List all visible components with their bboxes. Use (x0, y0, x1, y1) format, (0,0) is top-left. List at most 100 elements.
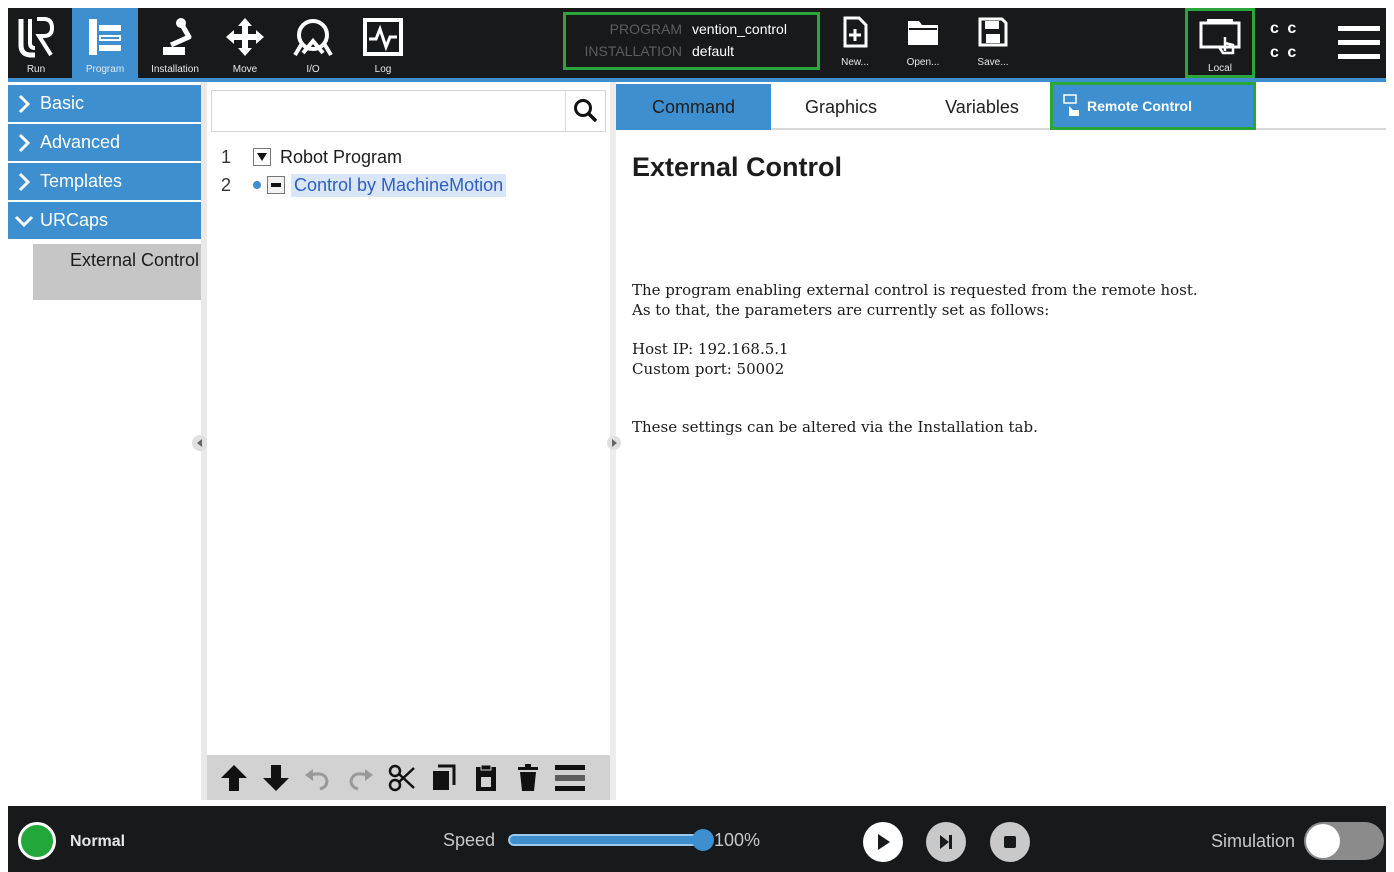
speed-label: Speed (443, 830, 496, 850)
search-icon (573, 99, 597, 123)
tree-row[interactable]: 2 Control by MachineMotion (207, 171, 507, 199)
move-down-button[interactable] (255, 758, 297, 798)
move-up-icon (221, 764, 247, 791)
stop-icon (1004, 836, 1016, 848)
local-control-label: Local (1208, 63, 1232, 74)
undo-button[interactable] (297, 758, 339, 798)
search-input[interactable] (211, 90, 606, 132)
tab-command[interactable]: Command (616, 84, 771, 130)
nav-run-label: Run (26, 64, 46, 75)
save-program-label: Save... (977, 57, 1009, 68)
local-control-button[interactable]: Local (1185, 8, 1255, 78)
delete-button[interactable] (507, 758, 549, 798)
nav-installation-button[interactable]: Installation (142, 8, 208, 78)
search-button[interactable] (565, 91, 605, 131)
new-program-button[interactable]: New... (832, 8, 878, 78)
new-file-icon (832, 12, 878, 52)
speed-slider[interactable] (508, 834, 704, 846)
play-icon (878, 834, 890, 850)
custom-port-text: Custom port: 50002 (632, 360, 785, 378)
ur-logo-icon (8, 12, 64, 62)
nav-log-label: Log (374, 64, 392, 75)
sidebar-item-label: URCaps (40, 210, 109, 230)
stop-button[interactable] (990, 822, 1030, 862)
nav-io-label: I/O (306, 64, 320, 75)
hamburger-menu-icon[interactable] (1338, 22, 1380, 62)
move-down-icon (263, 764, 289, 791)
polyscope-window: { "header": { "nav": [ {"label": "Run", … (0, 0, 1394, 872)
open-folder-icon (900, 12, 946, 52)
cut-button[interactable] (381, 758, 423, 798)
speed-slider-handle[interactable] (692, 829, 714, 851)
tree-node-robot-program[interactable]: Robot Program (280, 147, 402, 168)
local-control-inner: Local (1188, 11, 1252, 75)
open-program-label: Open... (906, 57, 940, 68)
nav-program-button[interactable]: Program (72, 8, 138, 78)
nav-log-button[interactable]: Log (352, 8, 414, 78)
program-installation-info[interactable]: PROGRAM vention_control INSTALLATION defau… (563, 12, 820, 70)
suppress-button[interactable] (549, 758, 591, 798)
robot-status-indicator[interactable] (18, 822, 56, 860)
nav-program-label: Program (85, 64, 125, 75)
robot-arm-icon (142, 12, 208, 62)
nav-move-button[interactable]: Move (214, 8, 276, 78)
installation-key: INSTALLATION (584, 43, 682, 59)
installation-name: default (692, 43, 735, 59)
speed-value: 100% (714, 830, 761, 850)
local-control-icon (1188, 17, 1252, 57)
sidebar-item-label: Basic (40, 93, 85, 113)
tab-graphics[interactable]: Graphics (776, 84, 906, 130)
description-line-2: As to that, the parameters are currently… (632, 301, 1050, 319)
delete-icon (518, 763, 538, 791)
tree-edit-toolbar (207, 755, 610, 800)
log-icon (352, 12, 414, 62)
page-title: External Control (632, 152, 843, 182)
tree-row[interactable]: 1 Robot Program (207, 143, 402, 171)
sidebar-item-basic[interactable]: Basic (8, 85, 201, 122)
sidebar-item-label: Templates (40, 171, 123, 191)
robot-status-text: Normal (70, 833, 126, 850)
installation-row: INSTALLATION default (574, 43, 813, 63)
program-name: vention_control (692, 21, 787, 37)
collapse-right-icon[interactable] (606, 434, 622, 452)
nav-run-button[interactable]: Run (8, 8, 64, 78)
panel-divider[interactable] (607, 82, 621, 800)
copy-icon (433, 764, 456, 790)
play-button[interactable] (863, 822, 903, 862)
sidebar-item-external-control[interactable]: External Control (33, 244, 201, 300)
step-button[interactable] (926, 822, 966, 862)
line-number: 2 (220, 174, 231, 195)
sidebar-item-urcaps[interactable]: URCaps (8, 202, 201, 239)
bottom-status-bar: Normal Speed 100% Simulation (8, 806, 1386, 872)
suppress-icon (555, 764, 585, 791)
line-number: 1 (220, 146, 231, 167)
move-up-button[interactable] (213, 758, 255, 798)
program-row: PROGRAM vention_control (574, 21, 813, 41)
simulation-toggle[interactable] (1304, 822, 1384, 860)
tab-variables[interactable]: Variables (914, 84, 1050, 130)
redo-button[interactable] (339, 758, 381, 798)
io-icon (282, 12, 344, 62)
program-key: PROGRAM (609, 21, 682, 37)
chevron-right-icon (8, 133, 40, 153)
save-icon (970, 12, 1016, 52)
tree-node-control-by-machinemotion[interactable]: Control by MachineMotion (291, 173, 507, 197)
chevron-down-icon (8, 214, 40, 228)
program-tree-panel: 1 Robot Program 2 Control by MachineMoti… (207, 82, 610, 800)
sidebar-item-templates[interactable]: Templates (8, 163, 201, 200)
chevron-right-icon (8, 94, 40, 114)
paste-button[interactable] (465, 758, 507, 798)
redo-icon (349, 768, 373, 790)
nav-io-button[interactable]: I/O (282, 8, 344, 78)
top-toolbar: Run Program Installation Move I/O Log PR… (8, 8, 1386, 78)
node-collapse-icon[interactable] (267, 176, 285, 194)
copy-button[interactable] (423, 758, 465, 798)
program-tree-icon (72, 12, 138, 62)
sidebar-item-advanced[interactable]: Advanced (8, 124, 201, 161)
tab-remote-control[interactable]: Remote Control (1050, 82, 1256, 130)
save-program-button[interactable]: Save... (970, 8, 1016, 78)
open-program-button[interactable]: Open... (900, 8, 946, 78)
remote-control-icon (1063, 94, 1079, 116)
collapse-toggle-icon[interactable] (253, 148, 271, 166)
undo-icon (305, 768, 329, 790)
